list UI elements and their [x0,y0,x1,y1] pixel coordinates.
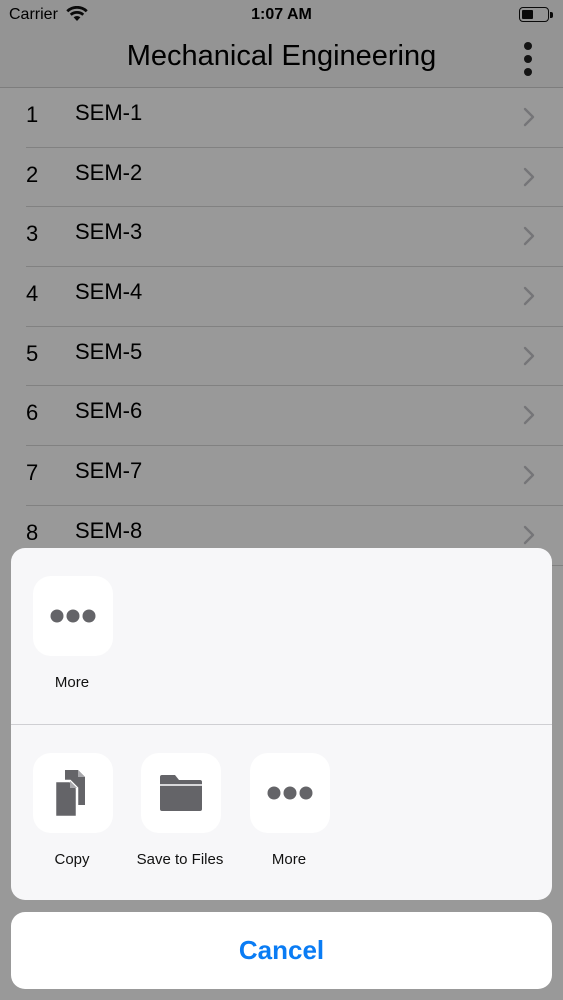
action-label: More [271,851,307,868]
copy-icon [53,770,85,819]
more-apps-tile [33,576,113,656]
more-actions-tile [250,753,330,833]
more-actions-action[interactable]: More [234,753,344,883]
share-sheet-apps-row: More [11,548,552,724]
cancel-button[interactable]: Cancel [11,912,552,989]
more-icon [267,786,313,800]
more-icon [50,609,96,623]
save-to-files-action[interactable]: Save to Files [125,753,235,883]
save-to-files-tile [141,753,221,833]
action-label: More [54,674,90,691]
share-sheet: More Copy Save to Files More [11,548,552,900]
more-apps-action[interactable]: More [17,576,127,706]
share-sheet-actions-row: Copy Save to Files More [11,725,552,900]
copy-tile [33,753,113,833]
copy-action[interactable]: Copy [17,753,127,883]
folder-icon [160,775,202,811]
